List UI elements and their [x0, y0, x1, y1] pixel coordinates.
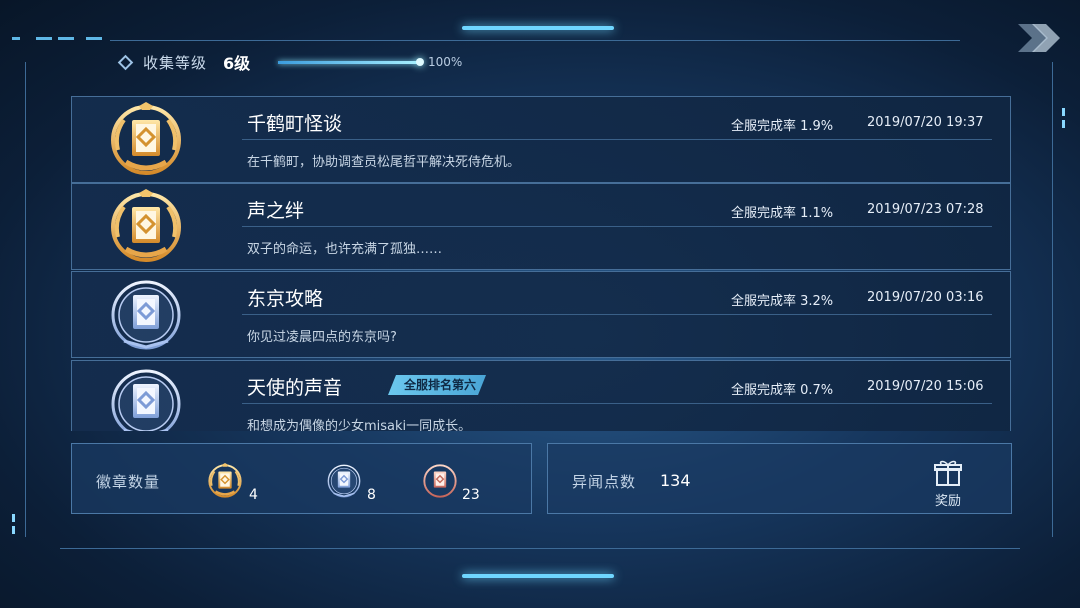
side-dash — [12, 526, 15, 534]
achievement-card[interactable]: 天使的声音 全服排名第六 全服完成率 0.7% 2019/07/20 15:06… — [71, 360, 1011, 431]
achievement-title: 千鹤町怪谈 — [247, 113, 343, 135]
points-label: 异闻点数 — [572, 473, 637, 491]
achievement-date: 2019/07/20 03:16 — [867, 290, 984, 305]
gold-badge-count: 4 — [249, 487, 258, 503]
server-rank-tag: 全服排名第六 — [388, 375, 486, 395]
gold-badge-icon — [206, 462, 244, 500]
gold-badge-icon — [106, 187, 186, 267]
badge-count-label: 徽章数量 — [96, 473, 161, 491]
silver-badge-icon — [106, 364, 186, 431]
side-dash — [12, 514, 15, 522]
corner-deco — [36, 37, 52, 40]
corner-deco — [58, 37, 74, 40]
bronze-badge-count: 23 — [462, 487, 480, 503]
bottom-glow-bar — [462, 574, 614, 578]
achievement-description: 双子的命运，也许充满了孤独…… — [247, 242, 443, 257]
frame-left-line — [25, 62, 26, 537]
collection-progress-fill — [278, 61, 420, 64]
badge-count-panel: 徽章数量 4 8 23 — [71, 443, 532, 514]
card-divider — [242, 314, 992, 315]
bronze-badge-icon — [421, 462, 459, 500]
frame-top-line — [110, 40, 630, 41]
silver-badge-count: 8 — [367, 487, 376, 503]
frame-right-line — [1052, 62, 1053, 537]
gold-badge-icon — [106, 100, 186, 180]
achievement-completion-rate: 全服完成率 1.9% — [731, 119, 834, 134]
silver-badge-icon — [325, 462, 363, 500]
achievement-completion-rate: 全服完成率 1.1% — [731, 206, 834, 221]
corner-deco — [12, 37, 20, 40]
side-dash — [1062, 120, 1065, 128]
reward-label: 奖励 — [934, 494, 961, 509]
collection-level-header: 收集等级 6级 — [117, 50, 251, 74]
achievement-description: 和想成为偶像的少女misaki一同成长。 — [247, 419, 472, 431]
gift-icon — [934, 460, 962, 486]
frame-top-line-right — [630, 40, 960, 41]
card-divider — [242, 139, 992, 140]
top-glow-bar — [462, 26, 614, 30]
collection-progress-bar — [278, 61, 420, 64]
card-divider — [242, 403, 992, 404]
points-value: 134 — [660, 471, 691, 490]
silver-badge-icon — [106, 275, 186, 355]
corner-deco — [86, 37, 102, 40]
achievement-title: 东京攻略 — [247, 288, 324, 310]
card-divider — [242, 226, 992, 227]
achievement-date: 2019/07/23 07:28 — [867, 202, 984, 217]
collection-level-value: 6级 — [223, 54, 251, 73]
achievement-card[interactable]: 东京攻略 全服完成率 3.2% 2019/07/20 03:16 你见过凌晨四点… — [71, 271, 1011, 358]
achievement-completion-rate: 全服完成率 3.2% — [731, 294, 834, 309]
frame-bottom-line — [60, 548, 1020, 549]
achievement-completion-rate: 全服完成率 0.7% — [731, 383, 834, 398]
achievement-title: 声之绊 — [247, 200, 305, 222]
points-panel: 异闻点数 134 奖励 — [547, 443, 1012, 514]
achievement-list[interactable]: 千鹤町怪谈 全服完成率 1.9% 2019/07/20 19:37 在千鹤町，协… — [71, 96, 1011, 431]
achievement-date: 2019/07/20 15:06 — [867, 379, 984, 394]
achievement-description: 在千鹤町，协助调查员松尾哲平解决死侍危机。 — [247, 155, 521, 170]
achievement-date: 2019/07/20 19:37 — [867, 115, 984, 130]
achievement-card[interactable]: 千鹤町怪谈 全服完成率 1.9% 2019/07/20 19:37 在千鹤町，协… — [71, 96, 1011, 183]
achievement-title: 天使的声音 — [247, 377, 343, 399]
reward-button[interactable]: 奖励 — [923, 456, 973, 509]
progress-end-dot — [416, 58, 424, 66]
diamond-icon — [117, 54, 134, 70]
achievement-description: 你见过凌晨四点的东京吗? — [247, 330, 397, 345]
collection-level-label: 收集等级 — [143, 53, 208, 72]
side-dash — [1062, 108, 1065, 116]
collection-progress-text: 100% — [428, 55, 463, 69]
exit-arrow-icon[interactable] — [1014, 18, 1064, 58]
achievement-card[interactable]: 声之绊 全服完成率 1.1% 2019/07/23 07:28 双子的命运，也许… — [71, 183, 1011, 270]
